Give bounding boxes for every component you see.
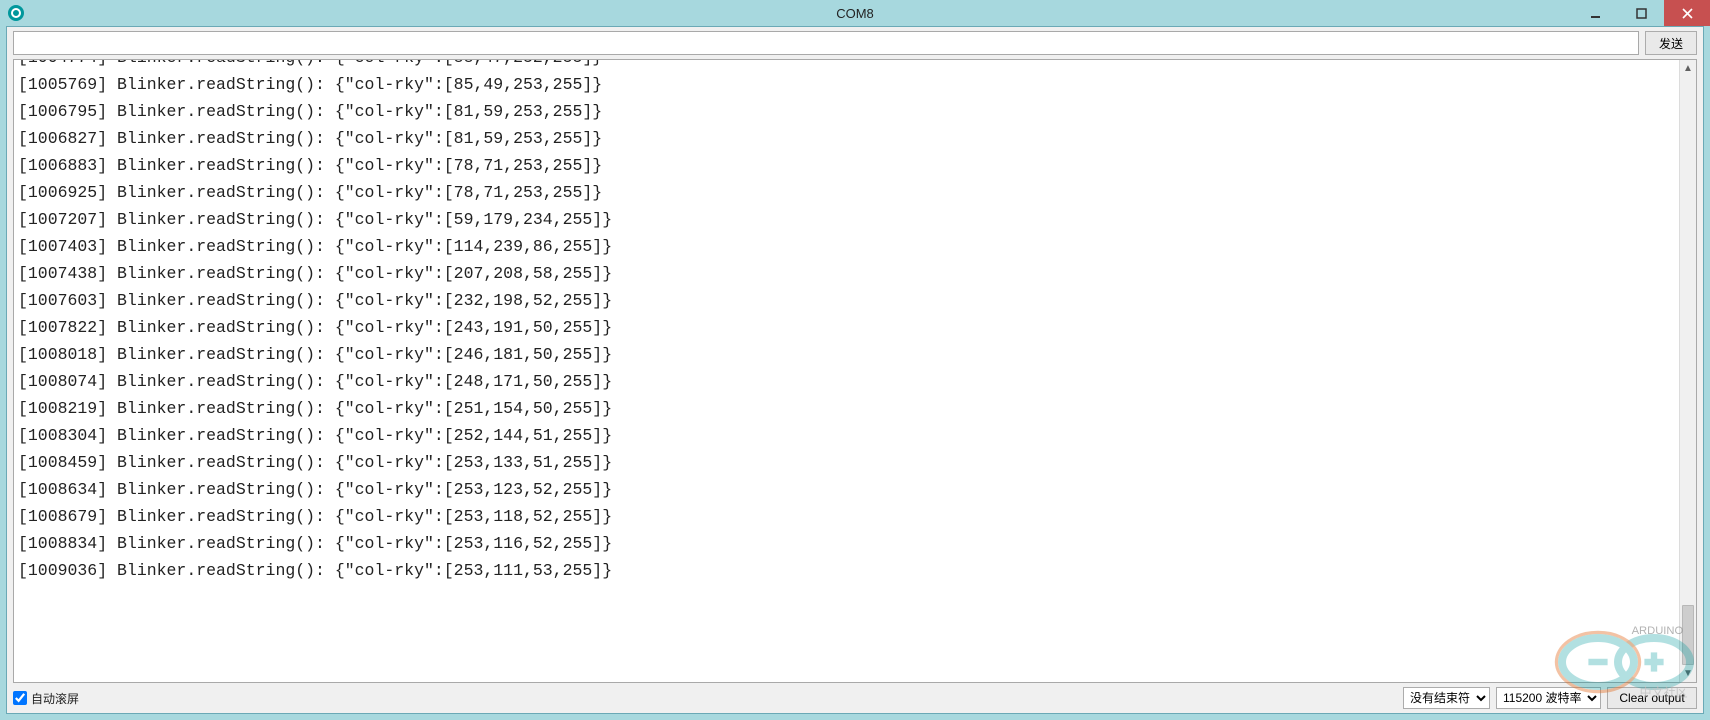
console-line: [1006795] Blinker.readString(): {"col-rk… <box>18 98 1679 125</box>
scroll-up-arrow-icon[interactable]: ▲ <box>1680 60 1696 77</box>
minimize-icon <box>1590 8 1601 19</box>
titlebar: COM8 <box>0 0 1710 26</box>
maximize-icon <box>1636 8 1647 19</box>
send-button[interactable]: 发送 <box>1645 31 1697 55</box>
maximize-button[interactable] <box>1618 0 1664 26</box>
serial-input-row: 发送 <box>7 27 1703 59</box>
minimize-button[interactable] <box>1572 0 1618 26</box>
console-line: [1008018] Blinker.readString(): {"col-rk… <box>18 341 1679 368</box>
console-line: [1007438] Blinker.readString(): {"col-rk… <box>18 260 1679 287</box>
console-line: [1008634] Blinker.readString(): {"col-rk… <box>18 476 1679 503</box>
scroll-down-arrow-icon[interactable]: ▼ <box>1680 665 1696 682</box>
console-line: [1008459] Blinker.readString(): {"col-rk… <box>18 449 1679 476</box>
console-line: [1005769] Blinker.readString(): {"col-rk… <box>18 71 1679 98</box>
baud-rate-select[interactable]: 115200 波特率 <box>1496 687 1601 709</box>
console-text-area[interactable]: [1004774] Blinker.readString(): {"col-rk… <box>14 60 1679 682</box>
console-line: [1006883] Blinker.readString(): {"col-rk… <box>18 152 1679 179</box>
console-line: [1008219] Blinker.readString(): {"col-rk… <box>18 395 1679 422</box>
close-button[interactable] <box>1664 0 1710 26</box>
window-title: COM8 <box>836 6 874 21</box>
console-line: [1007207] Blinker.readString(): {"col-rk… <box>18 206 1679 233</box>
arduino-app-icon <box>8 5 24 21</box>
console-line: [1006827] Blinker.readString(): {"col-rk… <box>18 125 1679 152</box>
console-line: [1007403] Blinker.readString(): {"col-rk… <box>18 233 1679 260</box>
console-line: [1006925] Blinker.readString(): {"col-rk… <box>18 179 1679 206</box>
scrollbar-track[interactable] <box>1680 77 1696 665</box>
console-line: [1008304] Blinker.readString(): {"col-rk… <box>18 422 1679 449</box>
serial-console: [1004774] Blinker.readString(): {"col-rk… <box>13 59 1697 683</box>
console-line: [1009036] Blinker.readString(): {"col-rk… <box>18 557 1679 584</box>
status-bar: 自动滚屏 没有结束符 115200 波特率 Clear output <box>7 683 1703 713</box>
window-body: 发送 [1004774] Blinker.readString(): {"col… <box>6 26 1704 714</box>
autoscroll-checkbox[interactable] <box>13 691 27 705</box>
scrollbar-thumb[interactable] <box>1682 605 1694 665</box>
scrollbar[interactable]: ▲ ▼ <box>1679 60 1696 682</box>
autoscroll-text: 自动滚屏 <box>31 690 79 707</box>
line-ending-select[interactable]: 没有结束符 <box>1403 687 1490 709</box>
autoscroll-checkbox-label[interactable]: 自动滚屏 <box>13 690 79 707</box>
window-controls <box>1572 0 1710 26</box>
serial-input[interactable] <box>13 31 1639 55</box>
console-line: [1008074] Blinker.readString(): {"col-rk… <box>18 368 1679 395</box>
console-line: [1007822] Blinker.readString(): {"col-rk… <box>18 314 1679 341</box>
console-line: [1008834] Blinker.readString(): {"col-rk… <box>18 530 1679 557</box>
console-line: [1008679] Blinker.readString(): {"col-rk… <box>18 503 1679 530</box>
close-icon <box>1682 8 1693 19</box>
console-line: [1004774] Blinker.readString(): {"col-rk… <box>18 60 1679 71</box>
clear-output-button[interactable]: Clear output <box>1607 687 1697 709</box>
console-line: [1007603] Blinker.readString(): {"col-rk… <box>18 287 1679 314</box>
